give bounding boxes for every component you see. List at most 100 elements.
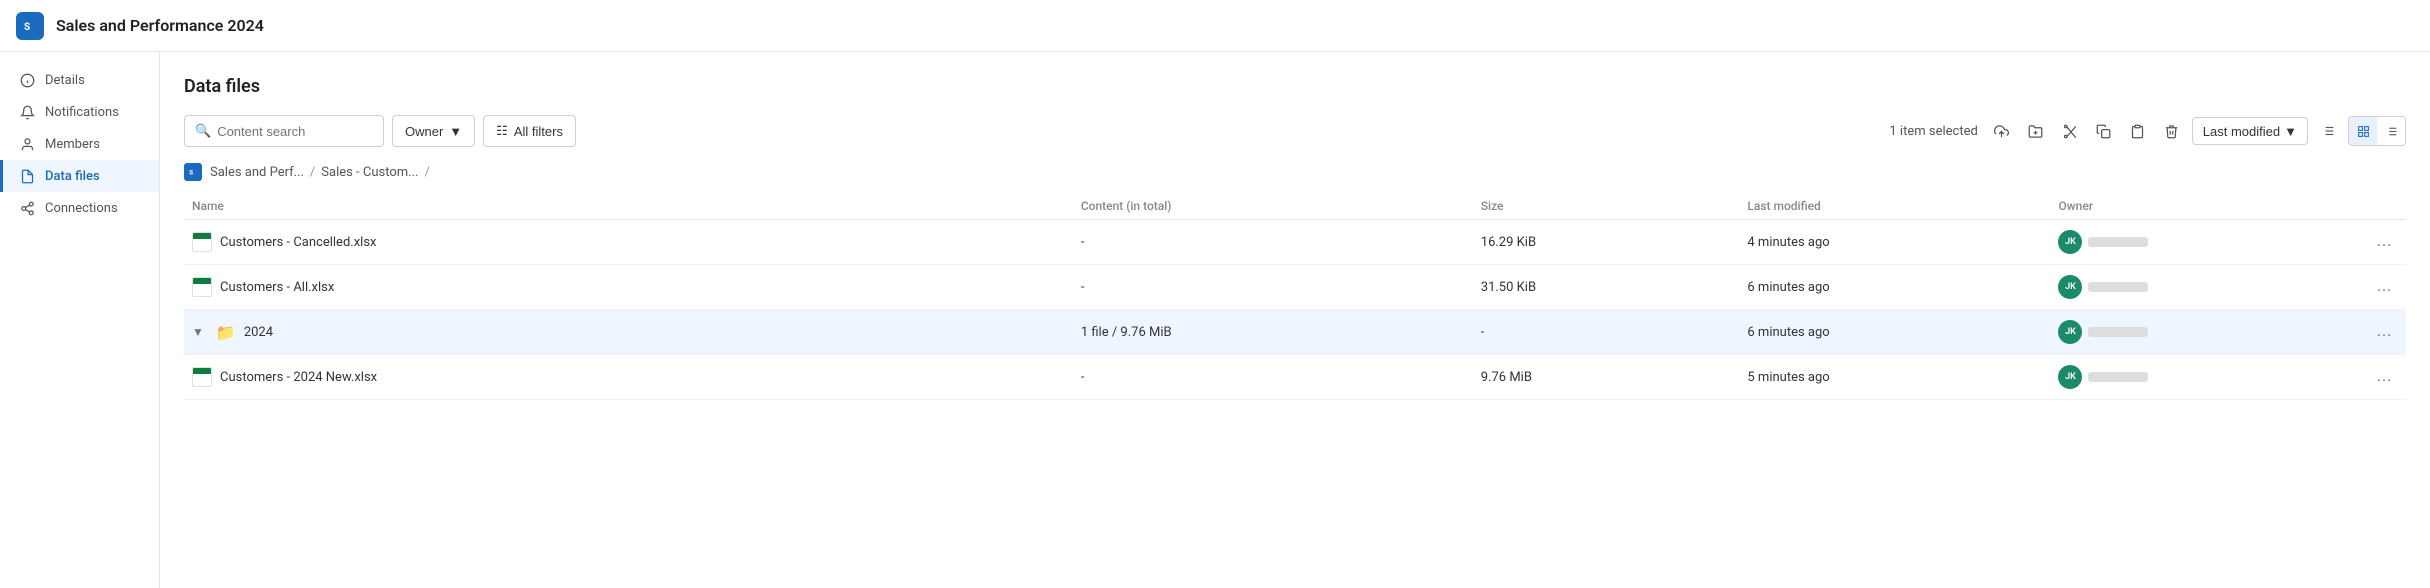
search-input[interactable] (217, 124, 373, 139)
sidebar-item-members[interactable]: Members (0, 128, 159, 160)
sidebar-item-notifications[interactable]: Notifications (0, 96, 159, 128)
file-name: Customers - 2024 New.xlsx (220, 370, 377, 385)
app-logo: S (16, 12, 44, 40)
avatar: JK (2058, 230, 2082, 254)
more-options-button[interactable]: … (2370, 366, 2398, 388)
sort-direction-button[interactable] (2314, 117, 2342, 145)
owner-filter-button[interactable]: Owner ▼ (392, 115, 475, 147)
sidebar-item-data-files-label: Data files (45, 169, 100, 184)
file-modified: 4 minutes ago (1739, 220, 2050, 265)
view-toggle (2348, 116, 2406, 146)
xlsx-file-icon (192, 232, 212, 252)
sidebar-item-connections[interactable]: Connections (0, 192, 159, 224)
file-owner: JK (2050, 265, 2317, 310)
col-size-header: Size (1473, 193, 1740, 220)
col-name-header: Name (184, 193, 1073, 220)
paste-button[interactable] (2124, 117, 2152, 145)
folder-modified: 6 minutes ago (1739, 310, 2050, 355)
folder-size: - (1473, 310, 1740, 355)
breadcrumb-item-1[interactable]: Sales and Perf... (210, 165, 304, 180)
folder-icon: 📁 (216, 323, 236, 342)
file-modified: 5 minutes ago (1739, 355, 2050, 400)
avatar: JK (2058, 275, 2082, 299)
folder-owner: JK (2050, 310, 2317, 355)
col-actions-header (2317, 193, 2406, 220)
table-row[interactable]: Customers - Cancelled.xlsx - 16.29 KiB 4… (184, 220, 2406, 265)
breadcrumb: S Sales and Perf... / Sales - Custom... … (184, 163, 2406, 181)
add-folder-button[interactable] (2022, 117, 2050, 145)
sidebar-item-data-files[interactable]: Data files (0, 160, 159, 192)
header-title: Sales and Performance 2024 (56, 16, 264, 35)
search-box[interactable]: 🔍 (184, 115, 384, 147)
file-owner: JK (2050, 220, 2317, 265)
all-filters-label: All filters (514, 124, 563, 139)
col-modified-header: Last modified (1739, 193, 2050, 220)
xlsx-file-icon (192, 367, 212, 387)
sidebar-item-details[interactable]: Details (0, 64, 159, 96)
file-owner: JK (2050, 355, 2317, 400)
toolbar: 🔍 Owner ▼ ☷ All filters 1 item selected (184, 115, 2406, 147)
file-size: 31.50 KiB (1473, 265, 1740, 310)
sort-label: Last modified (2203, 124, 2280, 139)
more-options-button[interactable]: … (2370, 321, 2398, 343)
file-content: - (1073, 265, 1473, 310)
page-title: Data files (184, 76, 2406, 97)
sidebar-item-members-label: Members (45, 137, 100, 152)
cut-button[interactable] (2056, 117, 2084, 145)
list-view-button[interactable] (2377, 117, 2405, 145)
file-table: Name Content (in total) Size Last modifi… (184, 193, 2406, 400)
selected-label: 1 item selected (1889, 124, 1977, 139)
table-row[interactable]: Customers - All.xlsx - 31.50 KiB 6 minut… (184, 265, 2406, 310)
file-name: Customers - Cancelled.xlsx (220, 235, 376, 250)
breadcrumb-sep-2: / (424, 165, 429, 180)
sidebar: Details Notifications Members Data files (0, 52, 160, 588)
folder-name: 2024 (244, 325, 273, 340)
header: S Sales and Performance 2024 (0, 0, 2430, 52)
breadcrumb-logo: S (184, 163, 202, 181)
sidebar-item-notifications-label: Notifications (45, 105, 119, 120)
file-icon (19, 168, 35, 184)
sort-button[interactable]: Last modified ▼ (2192, 117, 2308, 145)
more-options-button[interactable]: … (2370, 276, 2398, 298)
col-owner-header: Owner (2050, 193, 2317, 220)
info-icon (19, 72, 35, 88)
sidebar-item-connections-label: Connections (45, 201, 118, 216)
owner-name (2088, 237, 2148, 247)
avatar: JK (2058, 365, 2082, 389)
owner-filter-label: Owner (405, 124, 443, 139)
svg-text:S: S (24, 22, 30, 33)
owner-name (2088, 282, 2148, 292)
upload-button[interactable] (1988, 117, 2016, 145)
delete-button[interactable] (2158, 117, 2186, 145)
file-modified: 6 minutes ago (1739, 265, 2050, 310)
toolbar-right: 1 item selected (1889, 116, 2406, 146)
more-options-button[interactable]: … (2370, 231, 2398, 253)
all-filters-button[interactable]: ☷ All filters (483, 115, 576, 147)
layout: Details Notifications Members Data files (0, 52, 2430, 588)
folder-content: 1 file / 9.76 MiB (1073, 310, 1473, 355)
avatar: JK (2058, 320, 2082, 344)
file-content: - (1073, 220, 1473, 265)
search-icon: 🔍 (195, 124, 211, 139)
file-name: Customers - All.xlsx (220, 280, 334, 295)
table-body: Customers - Cancelled.xlsx - 16.29 KiB 4… (184, 220, 2406, 400)
file-size: 16.29 KiB (1473, 220, 1740, 265)
copy-button[interactable] (2090, 117, 2118, 145)
expand-folder-button[interactable]: ▼ (192, 325, 204, 339)
sidebar-item-details-label: Details (45, 73, 85, 88)
table-header: Name Content (in total) Size Last modifi… (184, 193, 2406, 220)
chevron-down-icon: ▼ (449, 124, 462, 139)
table-row[interactable]: ▼ 📁 2024 1 file / 9.76 MiB - 6 minutes a… (184, 310, 2406, 355)
person-icon (19, 136, 35, 152)
owner-name (2088, 372, 2148, 382)
svg-text:S: S (189, 169, 193, 177)
main-content: Data files 🔍 Owner ▼ ☷ All filters 1 ite… (160, 52, 2430, 588)
filter-icon: ☷ (496, 123, 508, 139)
xlsx-file-icon (192, 277, 212, 297)
bell-icon (19, 104, 35, 120)
connections-icon (19, 200, 35, 216)
grid-view-button[interactable] (2349, 117, 2377, 145)
breadcrumb-item-2[interactable]: Sales - Custom... (321, 165, 418, 180)
col-content-header: Content (in total) (1073, 193, 1473, 220)
table-row[interactable]: Customers - 2024 New.xlsx - 9.76 MiB 5 m… (184, 355, 2406, 400)
